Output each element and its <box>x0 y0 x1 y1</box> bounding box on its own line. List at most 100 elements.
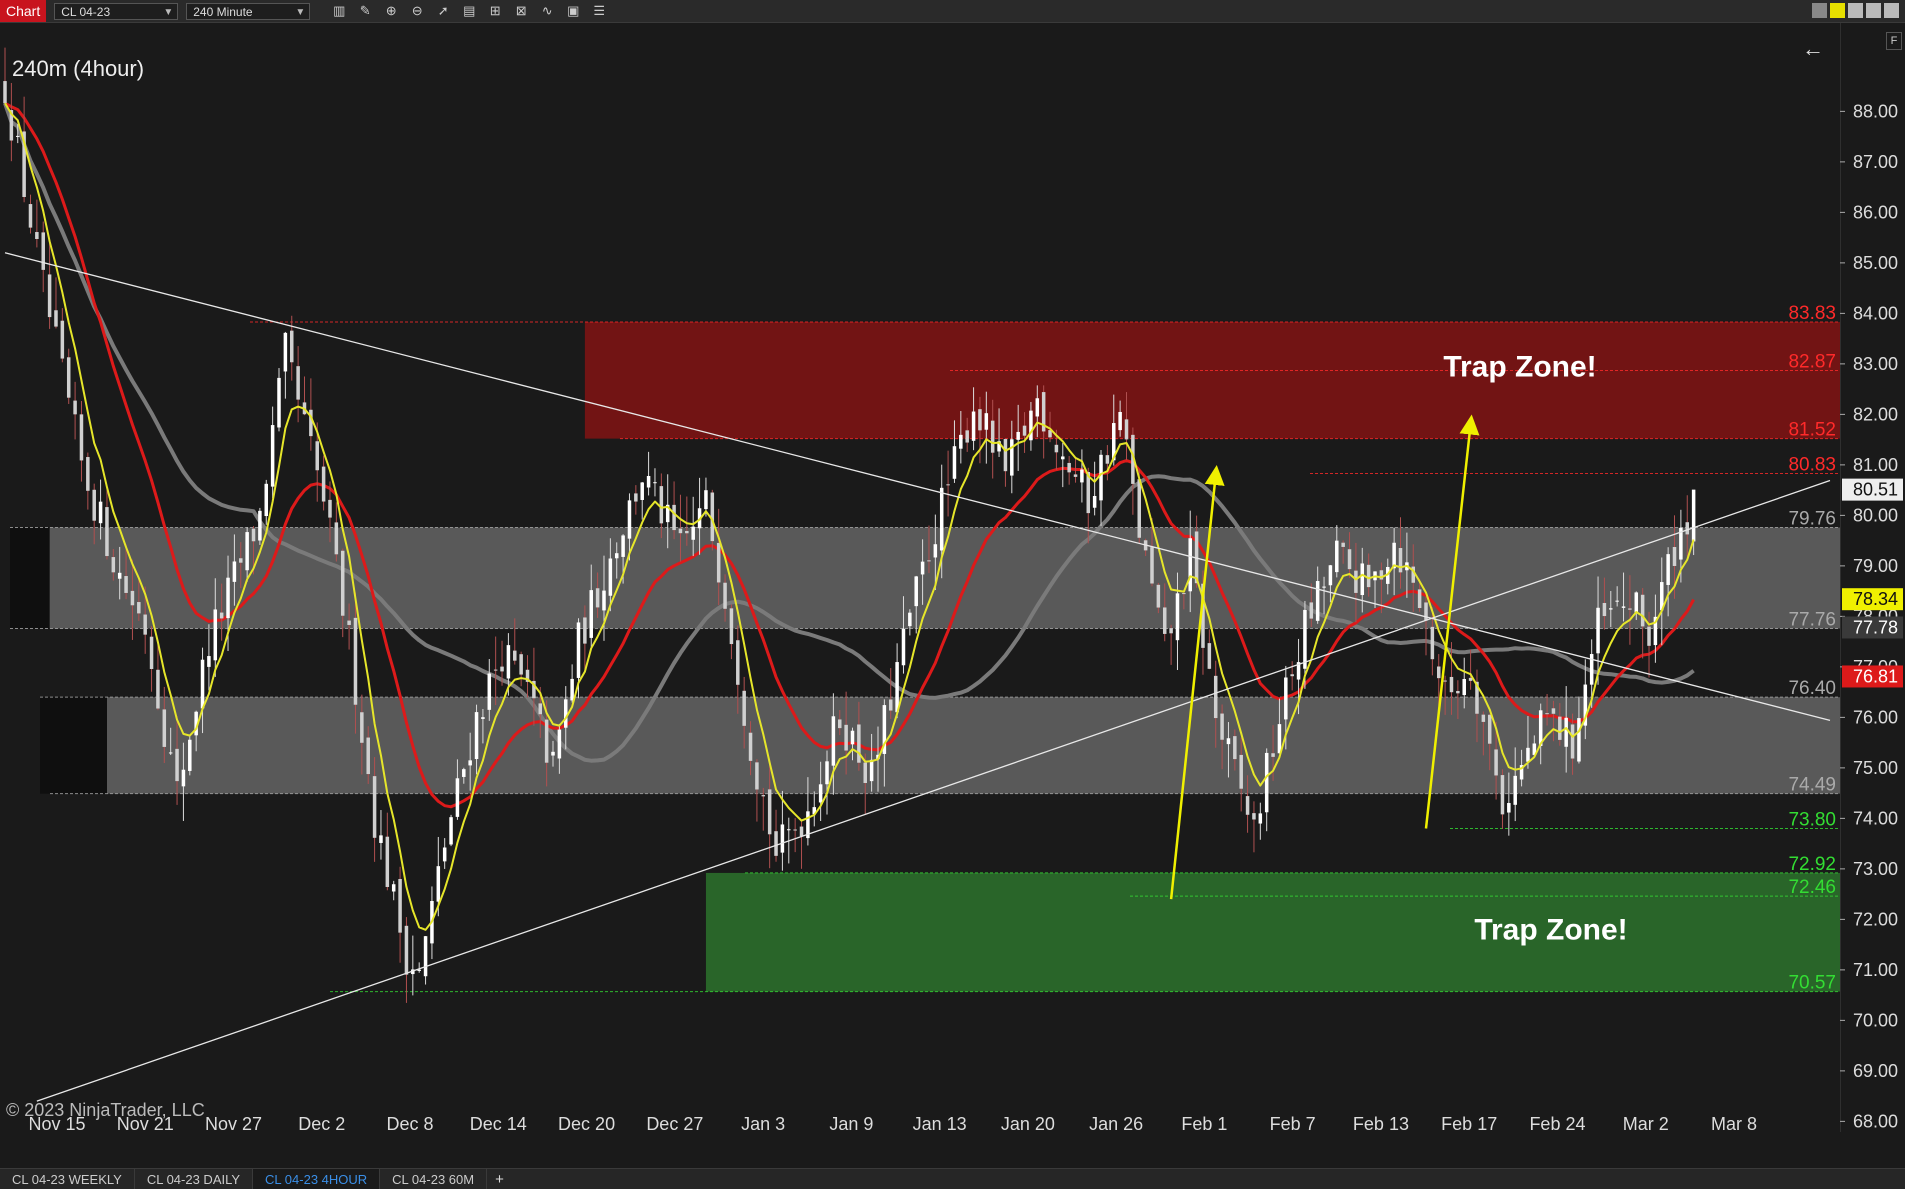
list-icon[interactable]: ☰ <box>588 2 610 20</box>
candle-body <box>869 759 874 782</box>
y-tick-label: 70.00 <box>1853 1010 1898 1030</box>
candle-body <box>704 490 708 510</box>
candle-body <box>774 831 778 856</box>
candle-body <box>1666 554 1670 585</box>
data-box-icon[interactable]: ▤ <box>458 2 480 20</box>
properties-icon[interactable]: ⊞ <box>484 2 506 20</box>
copyright-text: © 2023 NinjaTrader, LLC <box>6 1100 205 1120</box>
templates-icon[interactable]: ▣ <box>562 2 584 20</box>
interval-select[interactable]: 240 Minute ▼ <box>186 2 311 20</box>
candle-body <box>1494 749 1498 776</box>
upper-trap-zone <box>584 321 1840 439</box>
candle-body <box>1080 469 1084 483</box>
maximize-icon[interactable] <box>1866 3 1881 18</box>
x-tick-label: Dec 14 <box>470 1114 527 1132</box>
draw-icon[interactable]: ✎ <box>354 2 376 20</box>
y-tick-label: 88.00 <box>1853 101 1898 121</box>
cursor-icon[interactable]: ➚ <box>432 2 454 20</box>
minimize-icon[interactable] <box>1848 3 1863 18</box>
strategies-icon[interactable]: ⊠ <box>510 2 532 20</box>
candle-body <box>487 673 492 710</box>
level-label: 77.76 <box>1788 609 1836 630</box>
candle-body <box>73 400 77 415</box>
close-icon[interactable] <box>1884 3 1899 18</box>
candle-body <box>1303 609 1307 669</box>
candle-body <box>1258 813 1263 824</box>
tab-weekly[interactable]: CL 04-23 WEEKLY <box>0 1169 135 1189</box>
candle-body <box>1487 714 1492 744</box>
candle-body <box>990 420 995 453</box>
candle-body <box>1551 708 1556 714</box>
chart-tab[interactable]: Chart <box>0 0 47 22</box>
candles <box>3 47 1696 1003</box>
upper-gray-zone <box>49 527 1840 629</box>
indicators-icon[interactable]: ∿ <box>536 2 558 20</box>
candle-body <box>1526 747 1530 762</box>
candle-body <box>188 739 192 771</box>
candle-body <box>296 366 300 400</box>
candle-body <box>1615 600 1619 602</box>
candle-body <box>1500 775 1505 815</box>
level-label: 82.87 <box>1788 351 1836 372</box>
candle-body <box>984 413 989 430</box>
level-label: 73.80 <box>1788 809 1836 830</box>
candle-body <box>239 558 243 563</box>
upper-gray-zone-tail <box>10 527 50 629</box>
candle-body <box>888 699 893 711</box>
candle-body <box>1156 584 1161 608</box>
candle-body <box>1456 690 1460 694</box>
candle-body <box>175 748 179 782</box>
candle-body <box>1398 548 1403 573</box>
x-tick-label: Nov 27 <box>205 1114 262 1132</box>
tab-60m[interactable]: CL 04-23 60M <box>380 1169 488 1189</box>
candle-body <box>1462 679 1466 696</box>
tab-daily[interactable]: CL 04-23 DAILY <box>135 1169 254 1189</box>
candle-body <box>200 659 205 709</box>
price-axis[interactable]: 68.00 69.00 70.00 71.00 72.00 73.00 74.00 75.00… <box>1840 23 1905 1132</box>
candle-body <box>825 761 829 785</box>
candle-body <box>391 884 396 892</box>
candle-body <box>1360 563 1365 596</box>
link-color-icon[interactable] <box>1812 3 1827 18</box>
candle-body <box>47 274 52 318</box>
f-toggle-button[interactable]: F <box>1886 32 1902 50</box>
candle-body <box>181 769 186 787</box>
instrument-select[interactable]: CL 04-23 ▼ <box>54 2 179 20</box>
back-arrow-icon[interactable]: ← <box>1802 36 1824 62</box>
zoom-out-icon[interactable]: ⊖ <box>406 2 428 20</box>
candle-body <box>251 528 256 542</box>
candle-body <box>1672 547 1677 566</box>
candle-body <box>736 640 740 685</box>
candle-body <box>1124 419 1129 440</box>
candle-body <box>1137 479 1142 538</box>
bar-type-icon[interactable]: ▥ <box>328 2 350 20</box>
candle-body <box>1213 675 1218 719</box>
candle-body <box>627 500 632 539</box>
candle-body <box>1092 495 1097 508</box>
candle-body <box>455 778 460 817</box>
candle-body <box>1335 540 1339 573</box>
candle-body <box>640 482 644 500</box>
candle-body <box>277 377 281 428</box>
tab-4hour[interactable]: CL 04-23 4HOUR <box>253 1169 381 1189</box>
candle-body <box>1328 565 1333 586</box>
candle-body <box>1016 431 1020 440</box>
candle-body <box>1354 570 1358 593</box>
add-tab-button[interactable]: + <box>487 1171 512 1188</box>
candle-body <box>1118 411 1122 431</box>
link-yellow-icon[interactable] <box>1830 3 1845 18</box>
candle-body <box>863 762 867 784</box>
candle-body <box>372 776 377 838</box>
candle-body <box>1207 643 1212 669</box>
x-tick-label: Jan 20 <box>1001 1114 1055 1132</box>
zoom-in-icon[interactable]: ⊕ <box>380 2 402 20</box>
candle-body <box>544 719 549 763</box>
candle-body <box>1315 581 1320 621</box>
window-buttons <box>1812 3 1899 18</box>
candle-body <box>60 320 65 359</box>
candle-body <box>723 582 727 609</box>
candle-body <box>436 866 441 902</box>
candle-body <box>270 425 275 487</box>
price-chart[interactable]: Trap Zone! Trap Zone! 83.83 82.87 81.52 80.83… <box>0 23 1840 1132</box>
candle-body <box>1417 589 1422 609</box>
